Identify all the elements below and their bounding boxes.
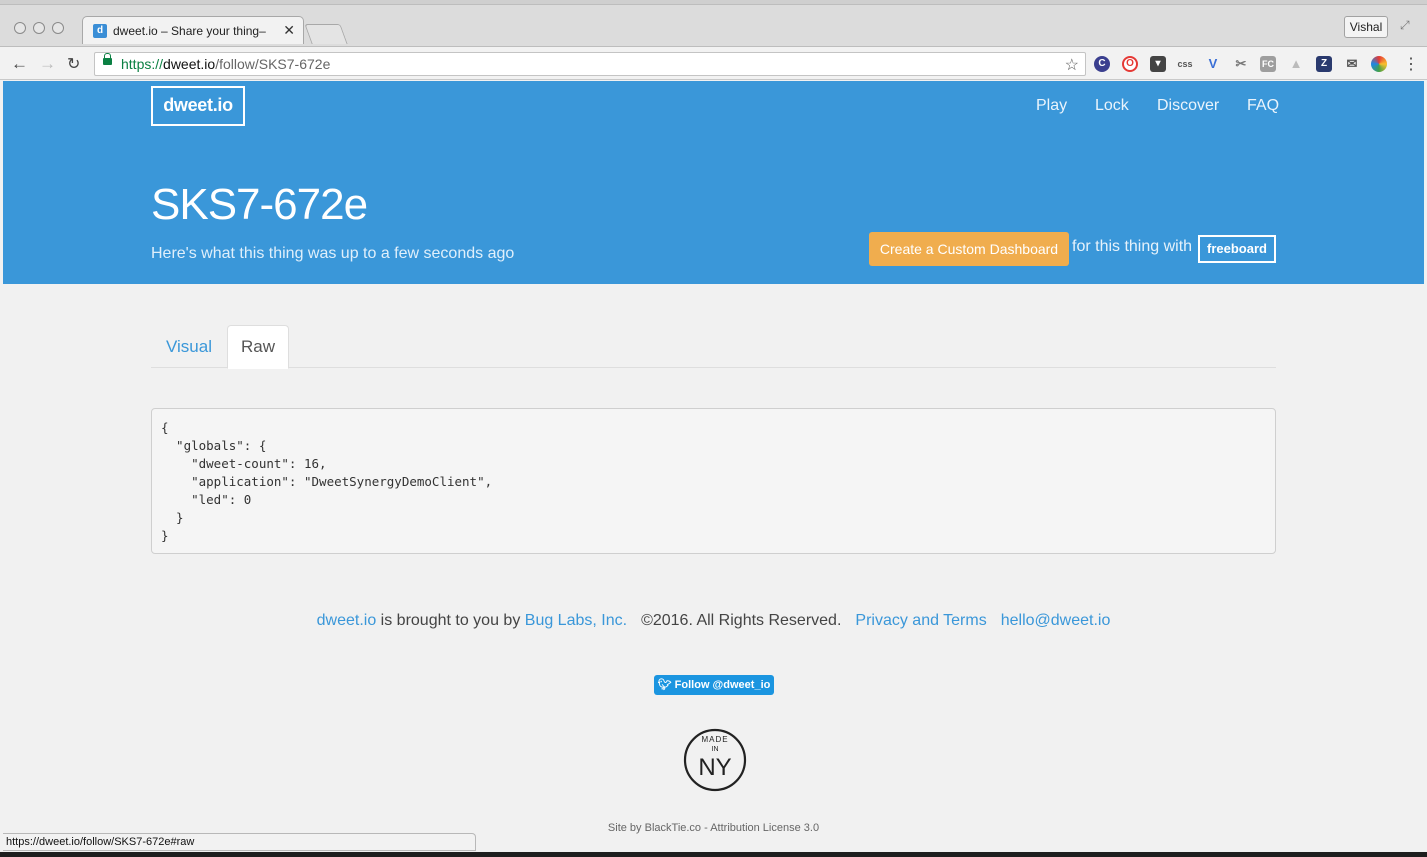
- footer-copyright: ©2016. All Rights Reserved.: [641, 612, 842, 629]
- address-url[interactable]: https://dweet.io/follow/SKS7-672e: [121, 56, 330, 72]
- reload-icon[interactable]: ↻: [67, 54, 80, 74]
- tab-raw[interactable]: Raw: [227, 325, 289, 369]
- url-host: dweet.io: [163, 56, 216, 72]
- footer-dweet-link[interactable]: dweet.io: [317, 612, 377, 629]
- bookmark-star-icon[interactable]: ☆: [1065, 55, 1079, 75]
- browser-tab[interactable]: d dweet.io – Share your thing– ✕: [82, 16, 304, 44]
- color-wheel-icon[interactable]: [1371, 56, 1387, 72]
- raw-json-output: { "globals": { "dweet-count": 16, "appli…: [151, 408, 1276, 554]
- footer-email-link[interactable]: hello@dweet.io: [1001, 612, 1111, 629]
- back-arrow-icon[interactable]: ←: [11, 54, 28, 74]
- footer-text: dweet.io is brought to you by Bug Labs, …: [3, 612, 1424, 630]
- close-window-button[interactable]: [14, 22, 26, 34]
- tabs-divider: [151, 367, 1276, 368]
- footer-privacy-link[interactable]: Privacy and Terms: [855, 612, 986, 629]
- forward-arrow-icon[interactable]: →: [39, 54, 56, 74]
- mail-icon[interactable]: ✉: [1344, 56, 1360, 72]
- twitter-follow-button[interactable]: 🐦︎ Follow @dweet_io: [654, 675, 774, 695]
- url-path: /follow/SKS7-672e: [215, 56, 331, 72]
- zotero-icon[interactable]: Z: [1316, 56, 1332, 72]
- thing-subtitle: Here's what this thing was up to a few s…: [151, 245, 515, 262]
- badge-in-text: IN: [712, 746, 719, 753]
- fc-icon[interactable]: FC: [1260, 56, 1276, 72]
- site-header: dweet.io Play Lock Discover FAQ SKS7-672…: [3, 81, 1424, 284]
- profile-button[interactable]: Vishal: [1344, 16, 1388, 38]
- css-icon[interactable]: css: [1177, 56, 1193, 72]
- drive-icon[interactable]: ▲: [1288, 56, 1304, 72]
- address-bar[interactable]: https://dweet.io/follow/SKS7-672e ☆: [94, 52, 1086, 76]
- zoom-window-button[interactable]: [52, 22, 64, 34]
- url-scheme: https://: [121, 56, 164, 72]
- browser-menu-icon[interactable]: ⋮: [1403, 54, 1419, 74]
- status-bar-url: https://dweet.io/follow/SKS7-672e#raw: [3, 833, 476, 851]
- tab-title: dweet.io – Share your thing–: [113, 24, 266, 38]
- nav-faq[interactable]: FAQ: [1247, 97, 1279, 115]
- chromecast-icon[interactable]: C: [1094, 56, 1110, 72]
- browser-chrome: d dweet.io – Share your thing– ✕ Vishal …: [0, 0, 1427, 80]
- close-tab-icon[interactable]: ✕: [283, 22, 295, 39]
- twitter-follow-label: Follow @dweet_io: [674, 679, 771, 691]
- footer-buglabs-link[interactable]: Bug Labs, Inc.: [525, 612, 627, 629]
- footer-brought-text: is brought to you by: [376, 612, 525, 629]
- scissors-icon[interactable]: ✂: [1233, 56, 1249, 72]
- fullscreen-icon[interactable]: ⤢: [1400, 18, 1410, 33]
- new-tab-button[interactable]: [304, 24, 348, 44]
- minimize-window-button[interactable]: [33, 22, 45, 34]
- window-bottom-edge: [0, 852, 1427, 857]
- made-in-ny-badge[interactable]: MADE IN NY: [682, 727, 748, 793]
- pocket-icon[interactable]: ▾: [1150, 56, 1166, 72]
- browser-toolbar: ← → ↻ https://dweet.io/follow/SKS7-672e …: [0, 46, 1427, 80]
- nav-discover[interactable]: Discover: [1157, 97, 1219, 115]
- tab-visual[interactable]: Visual: [151, 325, 227, 368]
- dweet-favicon-icon: d: [93, 24, 107, 38]
- thing-name-heading: SKS7-672e: [151, 180, 368, 229]
- opera-icon[interactable]: O: [1122, 56, 1138, 72]
- page-content: dweet.io Play Lock Discover FAQ SKS7-672…: [3, 81, 1424, 857]
- nav-play[interactable]: Play: [1036, 97, 1067, 115]
- nav-lock[interactable]: Lock: [1095, 97, 1129, 115]
- freeboard-button[interactable]: freeboard: [1198, 235, 1276, 263]
- create-dashboard-button[interactable]: Create a Custom Dashboard: [869, 232, 1069, 266]
- vue-icon[interactable]: V: [1205, 56, 1221, 72]
- site-logo[interactable]: dweet.io: [151, 86, 245, 126]
- badge-made-text: MADE: [701, 735, 728, 744]
- for-thing-text: for this thing with: [1072, 238, 1193, 255]
- twitter-bird-icon: 🐦︎: [657, 679, 675, 691]
- menu-bar-edge: [0, 0, 1427, 5]
- secure-lock-icon: [103, 53, 112, 65]
- badge-ny-text: NY: [698, 754, 731, 781]
